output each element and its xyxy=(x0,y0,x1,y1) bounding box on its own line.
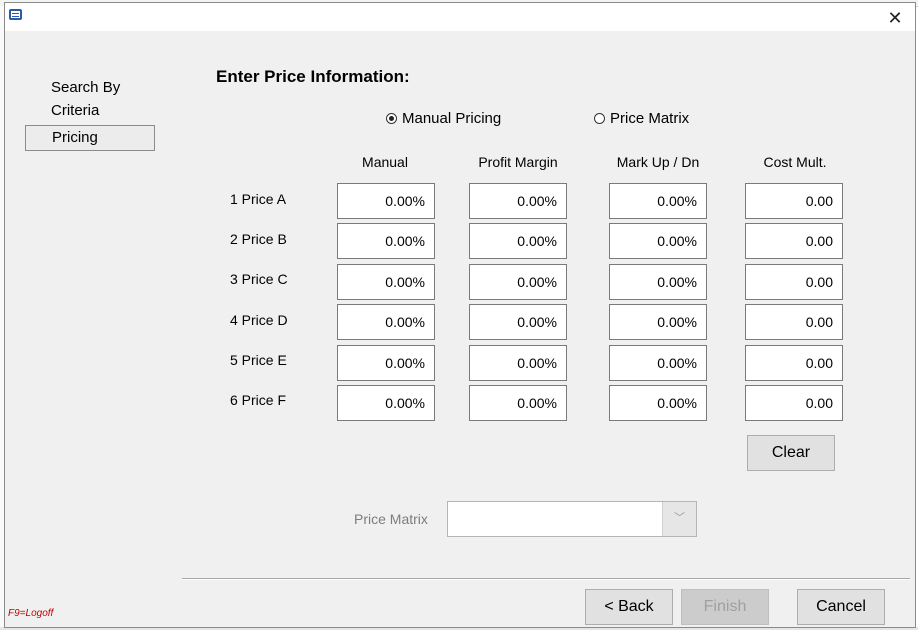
manual-price-field[interactable]: 0.00% xyxy=(337,264,435,300)
price-matrix-select[interactable]: ﹀ xyxy=(447,501,697,537)
price-matrix-radio[interactable]: Price Matrix xyxy=(594,110,689,127)
manual-pricing-radio[interactable]: Manual Pricing xyxy=(386,110,501,127)
markup-field[interactable]: 0.00% xyxy=(609,264,707,300)
column-header-manual: Manual xyxy=(362,154,408,170)
price-row-label: 1 Price A xyxy=(230,191,287,207)
radio-unselected-icon xyxy=(594,113,605,124)
clear-button[interactable]: Clear xyxy=(747,435,835,471)
profit-margin-field[interactable]: 0.00% xyxy=(469,264,567,300)
close-button[interactable]: ✕ xyxy=(881,6,909,30)
manual-price-field[interactable]: 0.00% xyxy=(337,223,435,259)
nav-item-label-line2: Criteria xyxy=(51,102,100,119)
profit-margin-field[interactable]: 0.00% xyxy=(469,345,567,381)
title-bar: ✕ xyxy=(5,3,915,32)
logoff-hint: F9=Logoff xyxy=(8,608,54,619)
app-window-icon xyxy=(9,9,22,20)
back-button[interactable]: < Back xyxy=(585,589,673,625)
manual-price-field[interactable]: 0.00% xyxy=(337,304,435,340)
nav-item-label: Pricing xyxy=(52,129,98,146)
markup-field[interactable]: 0.00% xyxy=(609,304,707,340)
profit-margin-field[interactable]: 0.00% xyxy=(469,304,567,340)
radio-selected-icon xyxy=(386,113,397,124)
cost-mult-field[interactable]: 0.00 xyxy=(745,183,843,219)
price-row-label: 3 Price C xyxy=(230,271,288,287)
column-header-cost-mult: Cost Mult. xyxy=(763,154,827,170)
profit-margin-field[interactable]: 0.00% xyxy=(469,385,567,421)
manual-price-field[interactable]: 0.00% xyxy=(337,385,435,421)
price-matrix-label: Price Matrix xyxy=(354,511,428,527)
footer-divider xyxy=(182,578,910,580)
price-row-label: 6 Price F xyxy=(230,392,287,408)
cost-mult-field[interactable]: 0.00 xyxy=(745,223,843,259)
nav-item-label-line1: Search By xyxy=(51,79,121,96)
price-row-label: 5 Price E xyxy=(230,352,287,368)
section-heading: Enter Price Information: xyxy=(216,67,410,86)
cost-mult-field[interactable]: 0.00 xyxy=(745,385,843,421)
cancel-button[interactable]: Cancel xyxy=(797,589,885,625)
cost-mult-field[interactable]: 0.00 xyxy=(745,264,843,300)
markup-field[interactable]: 0.00% xyxy=(609,223,707,259)
price-row-label: 2 Price B xyxy=(230,231,287,247)
markup-field[interactable]: 0.00% xyxy=(609,183,707,219)
profit-margin-field[interactable]: 0.00% xyxy=(469,183,567,219)
pricing-dialog: ✕ Search By Criteria Pricing Enter Price… xyxy=(4,2,916,628)
cost-mult-field[interactable]: 0.00 xyxy=(745,345,843,381)
nav-item-search-by-criteria[interactable]: Search By Criteria xyxy=(25,76,155,122)
manual-price-field[interactable]: 0.00% xyxy=(337,183,435,219)
manual-pricing-label: Manual Pricing xyxy=(402,110,502,127)
manual-price-field[interactable]: 0.00% xyxy=(337,345,435,381)
markup-field[interactable]: 0.00% xyxy=(609,345,707,381)
profit-margin-field[interactable]: 0.00% xyxy=(469,223,567,259)
chevron-down-icon[interactable]: ﹀ xyxy=(662,502,696,536)
price-matrix-radio-label: Price Matrix xyxy=(610,110,690,127)
column-header-profit-margin: Profit Margin xyxy=(478,154,558,170)
cost-mult-field[interactable]: 0.00 xyxy=(745,304,843,340)
price-row-label: 4 Price D xyxy=(230,312,288,328)
column-header-markup: Mark Up / Dn xyxy=(616,154,700,170)
finish-button[interactable]: Finish xyxy=(681,589,769,625)
nav-item-pricing[interactable]: Pricing xyxy=(25,125,155,151)
markup-field[interactable]: 0.00% xyxy=(609,385,707,421)
